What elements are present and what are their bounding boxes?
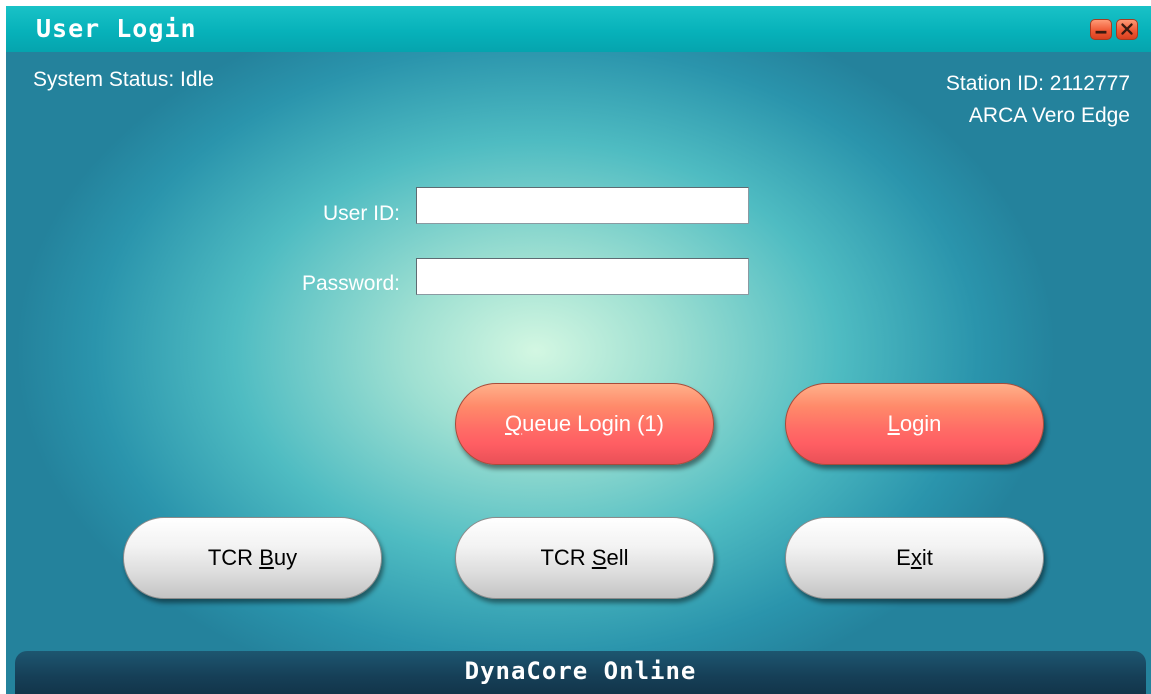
tcr-sell-label: TCR Sell	[540, 545, 629, 570]
queue-login-label: Queue Login (1)	[504, 411, 664, 436]
station-info: Station ID: 2112777 ARCA Vero Edge	[946, 68, 1130, 132]
user-id-label: User ID:	[322, 202, 400, 225]
product-name: ARCA Vero Edge	[968, 104, 1130, 127]
login-window: User Login System Status: Idle Station I…	[6, 6, 1151, 694]
tcr-buy-button[interactable]: TCR Buy	[123, 517, 382, 599]
tcr-buy-label: TCR Buy	[207, 545, 298, 570]
window-title: User Login	[36, 14, 197, 43]
minimize-icon	[1095, 30, 1107, 34]
tcr-sell-button[interactable]: TCR Sell	[455, 517, 714, 599]
exit-label: Exit	[896, 545, 933, 570]
title-bar[interactable]: User Login	[6, 6, 1151, 52]
password-field[interactable]	[416, 258, 749, 295]
close-button[interactable]	[1116, 19, 1138, 40]
password-label: Password:	[301, 272, 400, 295]
station-id: Station ID: 2112777	[945, 72, 1130, 95]
system-status: System Status: Idle	[33, 68, 214, 91]
login-button[interactable]: Login	[785, 383, 1044, 465]
user-id-field[interactable]	[416, 187, 749, 224]
login-label: Login	[887, 411, 942, 436]
queue-login-button[interactable]: Queue Login (1)	[455, 383, 714, 465]
close-icon	[1121, 23, 1133, 35]
footer-bar: DynaCore Online	[15, 651, 1146, 694]
footer-text: DynaCore Online	[464, 657, 697, 685]
exit-button[interactable]: Exit	[785, 517, 1044, 599]
minimize-button[interactable]	[1090, 19, 1112, 40]
